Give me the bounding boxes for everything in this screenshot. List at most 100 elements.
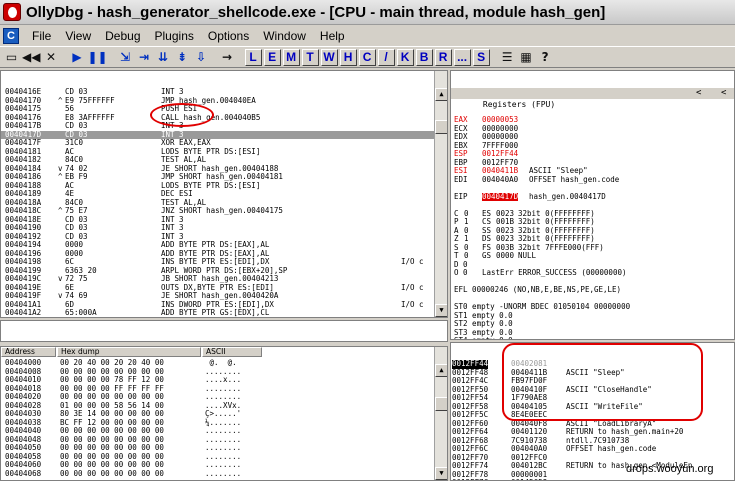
toolbar: ▭ ◀◀ ✕ ▶ ❚❚ ⇲ ⇥ ⇊ ⇟ ⇩ → L E M T W H C / …: [0, 46, 735, 68]
trace-over-icon[interactable]: ⇟: [174, 49, 191, 66]
dump-ascii: ........: [205, 468, 242, 478]
disasm-comment: I/O c: [401, 299, 424, 309]
dump-hex: 00 00 00 00 00 00 00 00: [60, 468, 164, 478]
disassembly-scrollbar[interactable]: ▲ ▼: [434, 71, 447, 317]
window-title: OllyDbg - hash_generator_shellcode.exe -…: [26, 3, 606, 21]
dump-address: 00404068: [5, 468, 42, 478]
disasm-row[interactable]: 004041A5 41 INC ECX: [5, 317, 193, 319]
segment-name: GS: [482, 251, 492, 260]
disasm-address: 004041A5: [5, 317, 41, 318]
flag-row[interactable]: S 0 FS 003B 32bit 7FFFE000(FFF): [451, 243, 734, 253]
scroll-thumb[interactable]: [435, 120, 447, 134]
segment-selector: 0000: [496, 251, 515, 260]
stack-comment: OFFSET hash_gen.code: [566, 444, 657, 453]
title-bar: OllyDbg - hash_generator_shellcode.exe -…: [0, 0, 735, 25]
pause-icon[interactable]: ❚❚: [87, 49, 107, 66]
ollydbg-window: OllyDbg - hash_generator_shellcode.exe -…: [0, 0, 735, 481]
menu-options[interactable]: Options: [201, 29, 256, 43]
step-over-icon[interactable]: ⇥: [136, 49, 153, 66]
modules-button[interactable]: E: [263, 48, 281, 66]
grid-icon[interactable]: ▦: [518, 49, 535, 66]
flag-row[interactable]: O 0 LastErr ERROR_SUCCESS (00000000): [451, 268, 734, 278]
scroll-down-icon[interactable]: ▼: [435, 467, 447, 480]
dump-scrollbar[interactable]: ▲ ▼: [434, 347, 447, 480]
call-stack-button[interactable]: K: [396, 48, 414, 66]
flag-o: O 0: [454, 268, 468, 277]
disassembly-rows: 0040416E CD 03 INT 3 00404170 ^ E9 75FFFFFF J…: [1, 87, 447, 319]
references-button[interactable]: R: [434, 48, 452, 66]
goto-icon[interactable]: →: [219, 49, 236, 66]
fpu-register: ST4 empty 0.0: [454, 336, 513, 339]
flag-row[interactable]: T 0 GS 0000 NULL: [451, 251, 734, 261]
last-error: LastErr ERROR_SUCCESS (00000000): [482, 268, 627, 277]
windows-button[interactable]: W: [320, 48, 338, 66]
open-icon[interactable]: ▭: [3, 49, 20, 66]
scroll-thumb[interactable]: [435, 397, 447, 411]
menu-window[interactable]: Window: [256, 29, 313, 43]
list-icon[interactable]: ☰: [499, 49, 516, 66]
disasm-hex: 41: [65, 317, 74, 318]
menu-debug[interactable]: Debug: [98, 29, 147, 43]
menu-help[interactable]: Help: [313, 29, 352, 43]
disasm-instruction: INC ECX: [161, 317, 193, 318]
dump-header-hex[interactable]: Hex dump: [57, 347, 201, 357]
register-name: EIP: [454, 191, 468, 201]
register-name: EDI: [454, 174, 468, 184]
breakpoints-button[interactable]: B: [415, 48, 433, 66]
jump-marker: [58, 318, 63, 319]
register-value: 004040A0: [482, 174, 519, 184]
menu-view[interactable]: View: [58, 29, 98, 43]
menu-plugins[interactable]: Plugins: [148, 29, 201, 43]
registers-title-bar: Registers (FPU) < <: [451, 88, 734, 109]
dump-header-address[interactable]: Address: [1, 347, 56, 357]
log-button[interactable]: L: [244, 48, 262, 66]
register-value: 0040417D: [482, 191, 519, 201]
cpu-window-icon[interactable]: C: [3, 27, 19, 44]
disassembly-pane[interactable]: 0040416E CD 03 INT 3 00404170 ^ E9 75FFFFFF J…: [0, 70, 448, 318]
efl-value: EFL 00000246 (NO,NB,E,BE,NS,PE,GE,LE): [454, 285, 622, 294]
help-icon[interactable]: ?: [537, 49, 554, 66]
run-trace-button[interactable]: ...: [453, 48, 471, 66]
patches-button[interactable]: /: [377, 48, 395, 66]
highlight-box: [502, 343, 703, 421]
execute-till-return-icon[interactable]: ⇩: [193, 49, 210, 66]
run-icon[interactable]: ▶: [68, 49, 85, 66]
segment-desc: NULL: [518, 251, 537, 260]
dump-header-ascii[interactable]: ASCII: [202, 347, 262, 357]
highlight-oval: [150, 103, 214, 127]
ollydbg-logo-icon: [3, 3, 21, 21]
source-button[interactable]: S: [472, 48, 490, 66]
disasm-comment: I/O c: [401, 282, 424, 292]
disasm-comment: I/O c: [401, 257, 424, 266]
scroll-down-icon[interactable]: ▼: [435, 304, 447, 317]
registers-pane[interactable]: Registers (FPU) < < EAX 00000053 ECX 000000…: [450, 70, 735, 340]
dump-rows: 00404000 00 20 40 00 20 20 40 00 @. @. 004…: [1, 358, 431, 479]
watermark: drops.wooyun.org: [626, 463, 714, 475]
menu-bar: C File View Debug Plugins Options Window…: [0, 25, 735, 46]
register-note: hash_gen.0040417D: [529, 191, 606, 201]
memory-button[interactable]: M: [282, 48, 300, 66]
rewind-icon[interactable]: ◀◀: [22, 49, 40, 66]
registers-title: Registers (FPU): [482, 100, 556, 109]
scroll-up-icon[interactable]: ▲: [435, 88, 447, 101]
scroll-up-icon[interactable]: ▲: [435, 364, 447, 377]
registers-body: EAX 00000053 ECX 00000000 EDX 00000000 EBX 7FFF…: [451, 115, 734, 339]
menu-file[interactable]: File: [25, 29, 58, 43]
eip-row[interactable]: EIP 0040417D hash_gen.0040417D: [451, 191, 734, 201]
step-into-icon[interactable]: ⇲: [117, 49, 134, 66]
efl-row[interactable]: EFL 00000246 (NO,NB,E,BE,NS,PE,GE,LE): [451, 285, 734, 295]
dump-row[interactable]: 00404068 00 00 00 00 00 00 00 00........: [1, 468, 431, 479]
close-icon[interactable]: ✕: [42, 49, 59, 66]
trace-into-icon[interactable]: ⇊: [155, 49, 172, 66]
register-row[interactable]: EDI 004040A0 OFFSET hash_gen.code: [451, 174, 734, 185]
handles-button[interactable]: H: [339, 48, 357, 66]
stack-row[interactable]: 0012FF6C 004040A0 OFFSET hash_gen.code: [451, 444, 734, 454]
registers-prev-icon[interactable]: <: [696, 88, 701, 99]
register-note: OFFSET hash_gen.code: [529, 174, 620, 184]
fpu-row[interactable]: ST4 empty 0.0: [451, 336, 734, 339]
hex-dump-pane[interactable]: Address Hex dump ASCII 00404000 00 20 40 …: [0, 346, 448, 481]
registers-collapse-icon[interactable]: <: [721, 88, 726, 99]
threads-button[interactable]: T: [301, 48, 319, 66]
info-pane: [0, 320, 448, 342]
cpu-button[interactable]: C: [358, 48, 376, 66]
